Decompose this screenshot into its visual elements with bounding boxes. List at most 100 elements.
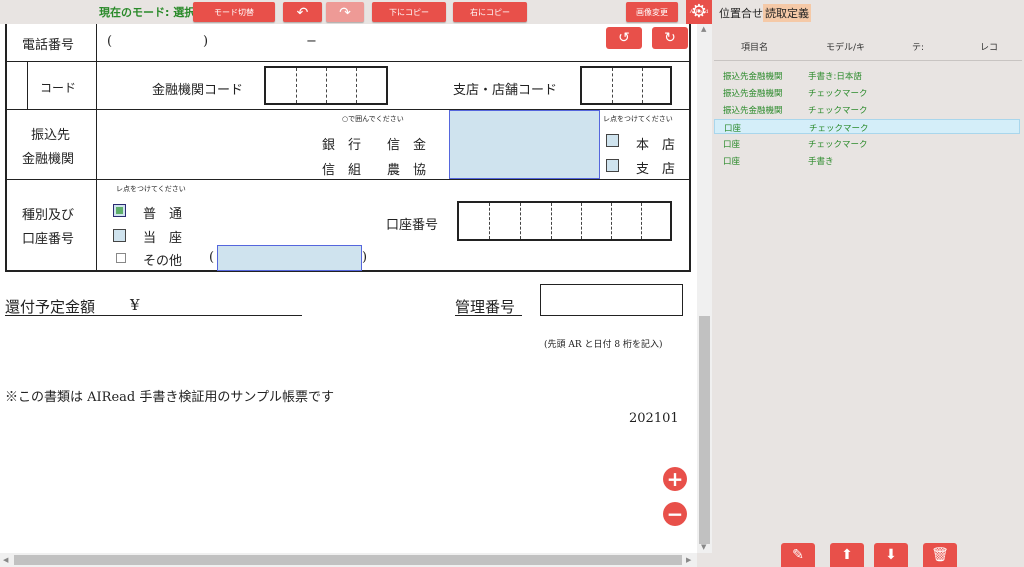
undo-button[interactable]: ↶ [283, 2, 322, 22]
mgmt-box [540, 284, 683, 316]
account-no-label: 口座番号 [386, 218, 439, 233]
document-viewer[interactable]: ↺ ↻ 電話番号 ( ) − コード 金融機関コード 支店・店舗コード 振込先 … [0, 24, 697, 553]
redo-button[interactable]: ↷ [326, 2, 364, 22]
move-down-button[interactable]: ⬇ [874, 543, 908, 567]
zoom-in-button[interactable]: + [663, 467, 687, 491]
account-no-box [457, 201, 672, 241]
plus-icon: + [666, 467, 684, 491]
definition-row[interactable]: 振込先金融機関 手書き:日本語 [714, 68, 1020, 83]
form-code-number: 202101 [629, 411, 679, 426]
phone-paren-open: ( [107, 34, 113, 49]
definition-row[interactable]: 振込先金融機関 チェックマーク [714, 85, 1020, 100]
arrow-up-icon: ⬆ [841, 547, 853, 563]
column-header-reco[interactable]: レコ [980, 40, 998, 53]
row-item-name: 口座 [723, 140, 741, 150]
row-item-name: 口座 [723, 157, 741, 167]
trash-icon: 🗑 [931, 547, 949, 563]
row-item-name: 口座 [724, 124, 742, 134]
refund-label: 還付予定金額 [5, 298, 96, 316]
digit-divider [641, 203, 642, 239]
row-model: チェックマーク [808, 89, 868, 99]
definition-row[interactable]: 口座 チェックマーク [714, 119, 1020, 134]
row-divider-1 [5, 61, 691, 62]
scroll-up-icon[interactable]: ▲ [701, 25, 706, 33]
tab-position[interactable]: 位置合せ [717, 4, 765, 22]
sonota-checkbox[interactable] [116, 253, 126, 263]
tab-definition[interactable]: 読取定義 [763, 4, 811, 22]
rotate-left-icon: ↺ [618, 30, 630, 46]
zoom-out-button[interactable]: − [663, 502, 687, 526]
mode-toggle-button[interactable]: モード切替 [193, 2, 275, 22]
undo-icon: ↶ [296, 3, 309, 20]
shiten-checkbox[interactable] [606, 159, 619, 172]
image-change-button[interactable]: 画像変更 [626, 2, 678, 22]
definition-row[interactable]: 口座 チェックマーク [714, 136, 1020, 151]
row-model: 手書き:日本語 [808, 72, 862, 82]
copy-down-button[interactable]: 下にコピー [372, 2, 446, 22]
vertical-scrollbar[interactable]: ▲ ▼ [697, 24, 712, 553]
pencil-icon: ✎ [792, 547, 804, 563]
bank-label-line2: 金融機関 [22, 152, 75, 167]
digit-divider [489, 203, 490, 239]
horizontal-scrollbar[interactable]: ◀ ▶ [0, 553, 697, 567]
column-header-te[interactable]: テ: [912, 40, 928, 53]
definition-row[interactable]: 振込先金融機関 チェックマーク [714, 102, 1020, 117]
column-header-model[interactable]: モデル/キ [826, 40, 876, 53]
scroll-down-icon[interactable]: ▼ [701, 543, 706, 551]
type-label-line2: 口座番号 [22, 232, 75, 247]
shiten-label: 支 店 [636, 162, 676, 177]
toza-label: 当 座 [143, 231, 183, 246]
copy-right-button[interactable]: 右にコピー [453, 2, 527, 22]
move-up-button[interactable]: ⬆ [830, 543, 864, 567]
row-item-name: 振込先金融機関 [723, 106, 783, 116]
digit-divider [612, 68, 613, 103]
mgmt-label: 管理番号 [455, 298, 516, 316]
header-divider [714, 60, 1022, 61]
column-header-name[interactable]: 項目名 [741, 40, 768, 53]
row-divider-3 [5, 179, 691, 180]
horizontal-scroll-thumb[interactable] [14, 555, 682, 565]
edit-button[interactable]: ✎ [781, 543, 815, 567]
check-note-type: レ点をつけてください [116, 185, 186, 193]
code-indent-line [27, 61, 28, 109]
code-label: コード [40, 81, 77, 95]
phone-dash: − [306, 34, 317, 49]
futsu-label: 普 通 [143, 207, 183, 222]
sonota-selection[interactable] [217, 245, 362, 271]
mgmt-underline [455, 315, 522, 316]
digit-divider [326, 68, 327, 103]
digit-divider [642, 68, 643, 103]
yen-symbol: ¥ [130, 296, 140, 314]
digit-divider [611, 203, 612, 239]
futsu-checkbox[interactable] [113, 204, 126, 217]
bank-label-line1: 振込先 [31, 128, 71, 143]
row-model: チェックマーク [808, 140, 868, 150]
scroll-left-icon[interactable]: ◀ [3, 556, 8, 564]
honten-checkbox[interactable] [606, 134, 619, 147]
minus-icon: − [666, 502, 684, 526]
delete-button[interactable]: 🗑 [923, 543, 957, 567]
sample-note: ※この書類は AIRead 手書き検証用のサンプル帳票です [5, 390, 334, 405]
mode-label: 現在のモード: 選択 [99, 6, 196, 19]
rotate-right-button[interactable]: ↻ [652, 27, 688, 49]
toolbar: 現在のモード: 選択 モード切替 ↶ ↷ 下にコピー 右にコピー 画像変更 ⚙ … [0, 0, 712, 24]
row-item-name: 振込先金融機関 [723, 89, 783, 99]
rotate-left-button[interactable]: ↺ [606, 27, 642, 49]
sonota-label: その他 [143, 254, 183, 269]
vertical-scroll-thumb[interactable] [699, 316, 710, 544]
settings-button[interactable]: ⚙ AIRead [686, 0, 712, 24]
digit-divider [296, 68, 297, 103]
check-note-branch: レ点をつけてください [603, 115, 673, 123]
bank-types-row1: 銀 行 信 金 [322, 138, 427, 153]
definition-row[interactable]: 口座 手書き [714, 153, 1020, 168]
toza-checkbox[interactable] [113, 229, 126, 242]
sonota-paren-close: ) [362, 250, 368, 265]
bank-name-selection[interactable] [449, 110, 600, 179]
refund-underline [5, 315, 302, 316]
bank-types-row2: 信 組 農 協 [322, 163, 427, 178]
sonota-paren-open: ( [209, 250, 215, 265]
branch-code-box [580, 66, 672, 105]
arrow-down-icon: ⬇ [885, 547, 897, 563]
type-label-line1: 種別及び [22, 208, 75, 223]
scroll-right-icon[interactable]: ▶ [686, 556, 691, 564]
